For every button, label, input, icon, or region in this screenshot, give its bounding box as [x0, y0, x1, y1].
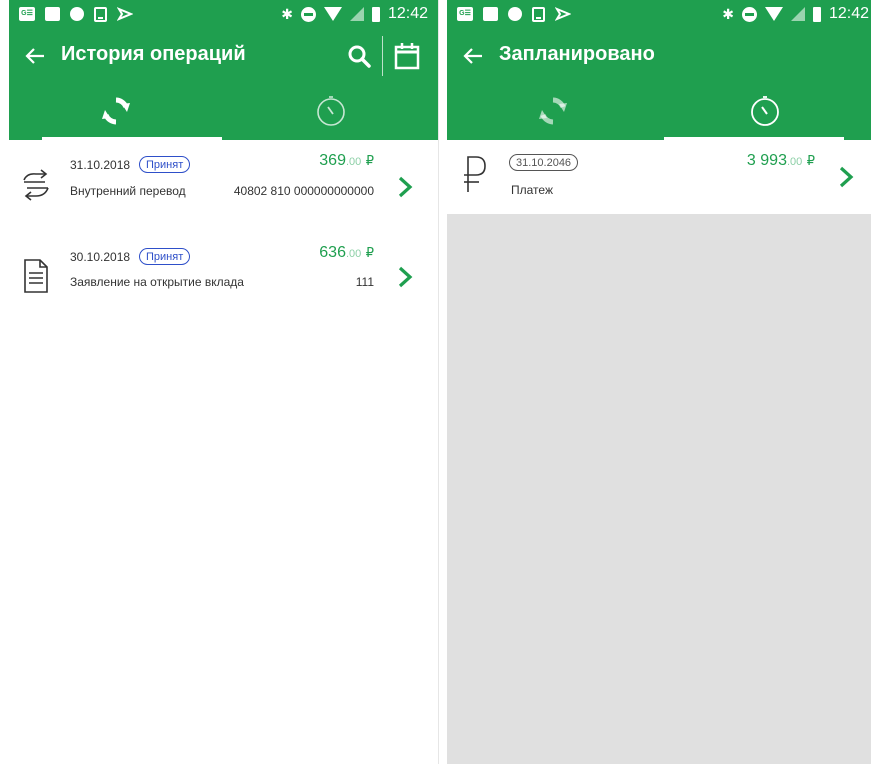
amount-integer: 369 — [319, 152, 346, 169]
search-button[interactable] — [344, 41, 374, 71]
page-title: История операций — [61, 43, 246, 65]
currency-symbol: ₽ — [365, 245, 374, 260]
calendar-icon — [394, 43, 420, 70]
operation-amount: 636.00 ₽ — [319, 244, 374, 262]
bluetooth-icon: ✱ — [281, 6, 293, 22]
send-icon — [117, 7, 133, 21]
arrow-left-icon — [25, 48, 44, 64]
back-button[interactable] — [459, 42, 487, 70]
status-bar: G☰ ✱ 12:42 — [447, 0, 871, 30]
tab-scheduled[interactable] — [659, 82, 871, 140]
wifi-icon — [323, 7, 342, 21]
tab-history[interactable] — [9, 82, 224, 140]
search-icon — [348, 45, 371, 68]
amount-integer: 3 993 — [746, 152, 787, 169]
battery-icon — [812, 6, 821, 22]
amount-fraction: .00 — [345, 156, 362, 168]
chevron-right-icon[interactable] — [396, 174, 414, 200]
image-icon — [45, 7, 60, 21]
clock: 12:42 — [828, 5, 869, 22]
circle-icon — [70, 7, 84, 21]
operation-date: 31.10.2018 — [70, 158, 131, 172]
exchange-arrows-icon — [21, 168, 51, 204]
tab-history[interactable] — [447, 82, 659, 140]
amount-fraction: .00 — [345, 248, 362, 260]
payment-description: Платеж — [511, 183, 553, 197]
send-icon — [555, 7, 571, 21]
list-item[interactable]: 30.10.2018 Принят 636.00 ₽ Заявление на … — [9, 232, 438, 324]
list-item[interactable]: 31.10.2046 3 993.00 ₽ Платеж — [447, 140, 871, 214]
tab-scheduled[interactable] — [224, 82, 439, 140]
operation-description: Внутренний перевод — [70, 184, 186, 198]
scheduled-screen: G☰ ✱ 12:42 Запланировано 31.10.2046 3 99… — [447, 0, 871, 764]
circle-icon — [508, 7, 522, 21]
status-badge: Принят — [139, 156, 191, 173]
tab-bar — [447, 82, 871, 140]
status-badge: Принят — [139, 248, 191, 265]
do-not-disturb-icon — [741, 6, 757, 22]
operation-account: 40802 810 000000000000 — [233, 184, 374, 198]
operation-date: 30.10.2018 — [70, 250, 131, 264]
do-not-disturb-icon — [300, 6, 316, 22]
left-margin — [0, 0, 9, 764]
scheduled-list: 31.10.2046 3 993.00 ₽ Платеж — [447, 140, 871, 214]
currency-symbol: ₽ — [806, 153, 815, 168]
gmail-icon: G☰ — [457, 7, 473, 21]
chevron-right-icon[interactable] — [396, 264, 414, 290]
date-badge: 31.10.2046 — [509, 154, 579, 171]
status-bar: G☰ ✱ 12:42 — [9, 0, 438, 30]
toolbar-divider — [382, 36, 383, 76]
download-icon — [94, 6, 107, 22]
refresh-icon — [539, 97, 567, 125]
ruble-icon — [459, 156, 489, 192]
page-title: Запланировано — [499, 43, 655, 65]
operation-reference: 111 — [355, 275, 374, 289]
amount-integer: 636 — [319, 244, 346, 261]
back-button[interactable] — [21, 42, 49, 70]
payment-amount: 3 993.00 ₽ — [747, 152, 815, 170]
gmail-icon: G☰ — [19, 7, 35, 21]
bluetooth-icon: ✱ — [722, 6, 734, 22]
cell-signal-icon — [349, 7, 364, 21]
cell-signal-icon — [790, 7, 805, 21]
download-icon — [532, 6, 545, 22]
operation-amount: 369.00 ₽ — [319, 152, 374, 170]
operations-list: 31.10.2018 Принят 369.00 ₽ Внутренний пе… — [9, 140, 438, 324]
refresh-icon — [102, 97, 131, 125]
timer-icon — [316, 96, 345, 126]
amount-fraction: .00 — [786, 156, 803, 168]
clock: 12:42 — [387, 5, 428, 22]
app-bar: Запланировано — [447, 30, 871, 82]
calendar-button[interactable] — [392, 40, 422, 72]
list-item[interactable]: 31.10.2018 Принят 369.00 ₽ Внутренний пе… — [9, 140, 438, 232]
currency-symbol: ₽ — [365, 153, 374, 168]
document-icon — [21, 258, 51, 294]
tab-bar — [9, 82, 438, 140]
history-screen: G☰ ✱ 12:42 История операций 31.10.2018 П… — [9, 0, 438, 764]
arrow-left-icon — [463, 48, 482, 64]
chevron-right-icon[interactable] — [837, 164, 855, 190]
operation-description: Заявление на открытие вклада — [70, 275, 244, 289]
battery-icon — [371, 6, 380, 22]
timer-icon — [751, 96, 779, 126]
image-icon — [483, 7, 498, 21]
app-bar: История операций — [9, 30, 438, 82]
screen-divider — [438, 0, 447, 764]
wifi-icon — [764, 7, 783, 21]
